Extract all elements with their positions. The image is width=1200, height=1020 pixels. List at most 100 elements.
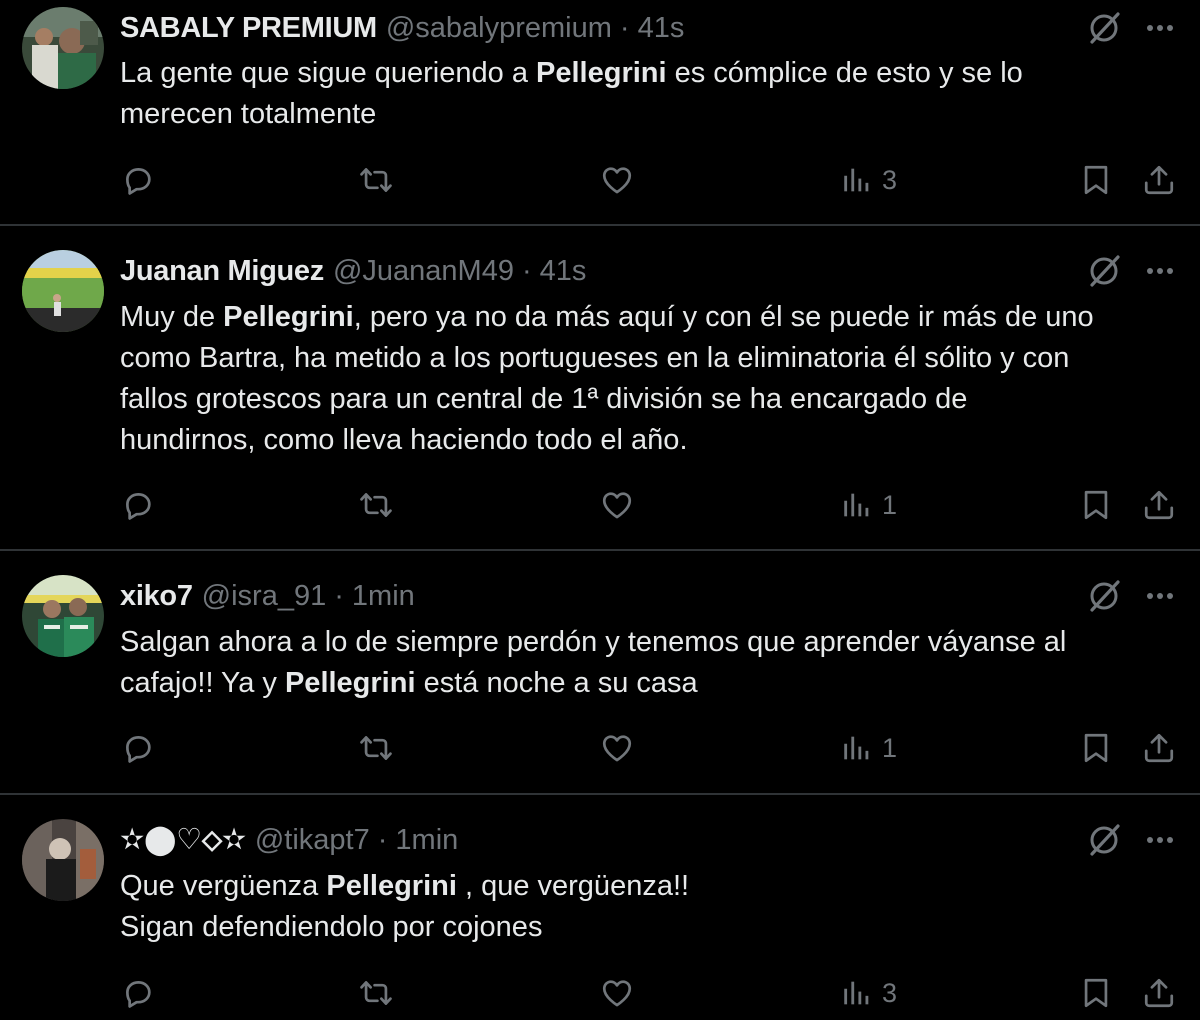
repost-button[interactable]	[359, 158, 393, 202]
like-button[interactable]	[600, 158, 634, 202]
tweet-text: Muy de Pellegrini, pero ya no da más aqu…	[120, 297, 1180, 461]
grok-icon[interactable]	[1084, 251, 1124, 291]
views-button[interactable]: 3	[840, 158, 897, 202]
view-count: 1	[882, 489, 898, 520]
text-part: Que vergüenza	[120, 870, 327, 902]
repost-icon	[360, 981, 392, 1005]
more-icon[interactable]	[1140, 820, 1180, 860]
author-handle[interactable]: @isra_91	[202, 576, 327, 616]
reply-button[interactable]	[121, 971, 155, 1015]
text-part: La gente que sigue queriendo a	[120, 57, 537, 89]
view-count: 1	[882, 732, 898, 763]
author-name[interactable]: xiko7	[120, 576, 193, 616]
tweet-header: ✫⬤♡⬦✫ @tikapt7 · 1min	[120, 820, 458, 860]
views-button[interactable]: 3	[840, 971, 897, 1015]
tweet-header: SABALY PREMIUM @sabalypremium · 41s	[120, 8, 684, 48]
author-handle[interactable]: @JuananM49	[333, 251, 514, 291]
views-button[interactable]: 1	[840, 726, 897, 770]
header-separator: ·	[377, 824, 388, 856]
tweet-header: xiko7 @isra_91 · 1min	[120, 576, 415, 616]
tweet[interactable]: SABALY PREMIUM @sabalypremium · 41s La g…	[0, 0, 1200, 226]
text-part: está noche a su casa	[415, 667, 698, 699]
highlight-term: Pellegrini	[326, 870, 457, 902]
reply-button[interactable]	[121, 158, 155, 202]
author-handle[interactable]: @tikapt7	[255, 820, 370, 860]
share-button[interactable]	[1142, 971, 1176, 1015]
reply-button[interactable]	[121, 726, 155, 770]
grok-icon[interactable]	[1084, 576, 1124, 616]
reply-icon	[126, 736, 151, 763]
author-handle[interactable]: @sabalypremium	[386, 8, 612, 48]
heart-icon	[602, 735, 632, 762]
author-name[interactable]: Juanan Miguez	[120, 251, 324, 291]
highlight-term: Pellegrini	[536, 57, 667, 89]
view-count: 3	[882, 977, 898, 1008]
author-name[interactable]: SABALY PREMIUM	[120, 8, 377, 48]
header-separator: ·	[521, 255, 532, 287]
timestamp[interactable]: 41s	[540, 251, 587, 291]
heart-icon	[602, 167, 632, 194]
tweet-header: Juanan Miguez @JuananM49 · 41s	[120, 251, 586, 291]
share-button[interactable]	[1142, 158, 1176, 202]
header-separator: ·	[619, 12, 630, 44]
share-icon	[1144, 490, 1174, 520]
more-icon[interactable]	[1140, 251, 1180, 291]
bookmark-icon	[1084, 490, 1108, 520]
timestamp[interactable]: 1min	[352, 576, 415, 616]
tweet-text: La gente que sigue queriendo a Pellegrin…	[120, 53, 1180, 135]
reply-button[interactable]	[121, 483, 155, 527]
share-icon	[1144, 978, 1174, 1008]
reply-icon	[126, 493, 151, 520]
share-icon	[1144, 165, 1174, 195]
tweet-text: Salgan ahora a lo de siempre perdón y te…	[120, 622, 1180, 704]
timestamp[interactable]: 41s	[638, 8, 685, 48]
views-icon	[844, 736, 869, 760]
author-name[interactable]: ✫⬤♡⬦✫	[120, 820, 246, 860]
like-button[interactable]	[600, 971, 634, 1015]
share-button[interactable]	[1142, 483, 1176, 527]
views-button[interactable]: 1	[840, 483, 897, 527]
share-icon	[1144, 733, 1174, 763]
avatar[interactable]	[22, 819, 104, 901]
reply-feed: SABALY PREMIUM @sabalypremium · 41s La g…	[0, 0, 1200, 1020]
avatar[interactable]	[22, 575, 104, 657]
tweet-text: Que vergüenza Pellegrini , que vergüenza…	[120, 866, 1180, 948]
repost-icon	[360, 493, 392, 517]
share-button[interactable]	[1142, 726, 1176, 770]
header-separator: ·	[334, 580, 344, 612]
bookmark-button[interactable]	[1079, 483, 1113, 527]
like-button[interactable]	[600, 726, 634, 770]
repost-icon	[360, 168, 392, 192]
grok-icon[interactable]	[1084, 820, 1124, 860]
timestamp[interactable]: 1min	[395, 820, 458, 860]
tweet[interactable]: ✫⬤♡⬦✫ @tikapt7 · 1min Que vergüenza Pell…	[0, 795, 1200, 1020]
repost-button[interactable]	[359, 483, 393, 527]
repost-icon	[360, 736, 392, 760]
more-icon[interactable]	[1140, 8, 1180, 48]
like-button[interactable]	[600, 483, 634, 527]
views-icon	[844, 981, 869, 1005]
heart-icon	[602, 492, 632, 519]
repost-button[interactable]	[359, 971, 393, 1015]
bookmark-icon	[1084, 165, 1108, 195]
tweet[interactable]: Juanan Miguez @JuananM49 · 41s Muy de Pe…	[0, 226, 1200, 550]
heart-icon	[602, 980, 632, 1007]
text-part: Muy de	[120, 301, 224, 333]
highlight-term: Pellegrini	[284, 667, 416, 699]
bookmark-button[interactable]	[1079, 726, 1113, 770]
bookmark-icon	[1084, 733, 1108, 763]
reply-icon	[126, 981, 151, 1008]
tweet[interactable]: xiko7 @isra_91 · 1min Salgan ahora a lo …	[0, 551, 1200, 795]
bookmark-button[interactable]	[1079, 158, 1113, 202]
bookmark-button[interactable]	[1079, 971, 1113, 1015]
views-icon	[844, 168, 869, 192]
repost-button[interactable]	[359, 726, 393, 770]
highlight-term: Pellegrini	[223, 301, 354, 333]
avatar[interactable]	[22, 7, 104, 89]
avatar[interactable]	[22, 250, 104, 332]
reply-icon	[126, 168, 151, 195]
bookmark-icon	[1084, 978, 1108, 1008]
more-icon[interactable]	[1140, 576, 1180, 616]
views-icon	[844, 493, 869, 517]
grok-icon[interactable]	[1084, 8, 1124, 48]
